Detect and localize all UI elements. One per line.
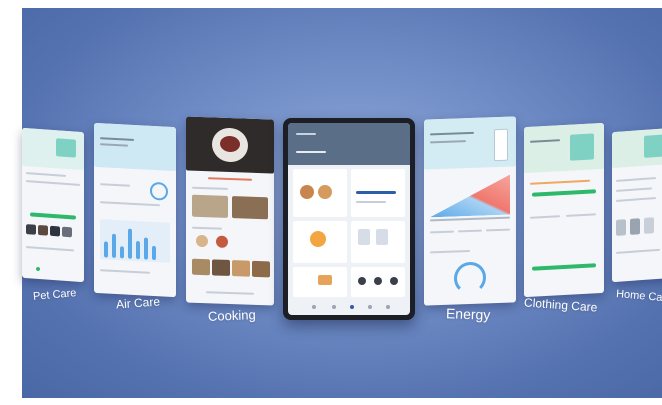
home-appliance-2 xyxy=(630,218,640,235)
pet-photo-4 xyxy=(62,226,72,238)
clothing-green-button-2 xyxy=(532,263,596,271)
tablet-home-care xyxy=(612,127,662,283)
center-food-2 xyxy=(318,185,332,199)
cooking-dish-6 xyxy=(252,260,270,278)
air-chart xyxy=(100,219,170,263)
cooking-dish-5 xyxy=(232,260,250,277)
tablet-air-care xyxy=(94,122,176,298)
promo-stage: Pet Care Air Care Cooking Energy Clothin… xyxy=(0,0,662,405)
tablet-center-frame xyxy=(283,118,415,320)
tablet-pet-care xyxy=(22,127,84,283)
energy-area-chart xyxy=(430,175,510,218)
tablet-cooking xyxy=(186,116,274,306)
cooking-dish-3 xyxy=(192,258,210,276)
pet-photo-1 xyxy=(26,224,36,235)
tablet-center-screen xyxy=(288,123,410,315)
clothing-illustration xyxy=(570,133,594,161)
tablet-energy xyxy=(424,116,516,306)
home-illustration xyxy=(644,134,662,158)
pet-green-button xyxy=(30,212,76,220)
home-appliance-3 xyxy=(644,217,654,234)
home-appliance-1 xyxy=(616,219,626,236)
energy-gauge xyxy=(454,261,486,295)
cooking-bowl-1 xyxy=(196,234,208,248)
energy-device xyxy=(494,128,508,162)
pet-illustration xyxy=(56,138,76,158)
cooking-steak xyxy=(220,135,240,153)
center-progress xyxy=(356,191,396,194)
air-quality-ring xyxy=(150,181,168,201)
cooking-bowl-2 xyxy=(216,235,228,248)
cooking-dish-2 xyxy=(232,196,268,220)
pet-photo-2 xyxy=(38,224,48,236)
cooking-dish-4 xyxy=(212,259,230,276)
air-header xyxy=(94,122,176,172)
label-energy: Energy xyxy=(445,305,491,323)
clothing-green-button xyxy=(532,189,596,197)
tablet-clothing-care xyxy=(524,122,604,298)
center-food-1 xyxy=(300,185,314,199)
center-header xyxy=(288,123,410,165)
center-air-ring xyxy=(310,231,326,247)
center-pet-icon xyxy=(318,275,332,285)
cooking-dish-1 xyxy=(192,194,228,218)
pet-photo-3 xyxy=(50,225,60,237)
label-cooking: Cooking xyxy=(207,307,256,324)
